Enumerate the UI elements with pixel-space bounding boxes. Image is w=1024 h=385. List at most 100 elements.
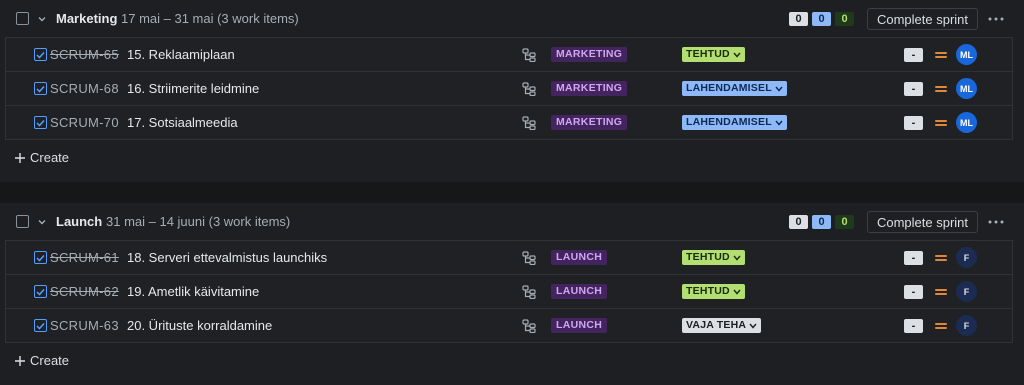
- avatar[interactable]: F: [956, 247, 977, 268]
- sprint-header: Marketing 17 mai – 31 mai (3 work items)…: [0, 0, 1024, 37]
- count-in-progress: 0: [812, 214, 831, 229]
- priority-medium-icon: [934, 252, 948, 264]
- estimate-badge[interactable]: -: [904, 319, 923, 333]
- status-dropdown[interactable]: TEHTUD: [682, 250, 745, 265]
- chevron-down-icon: [749, 323, 757, 329]
- work-item-key[interactable]: SCRUM-62: [50, 284, 119, 299]
- status-label: TEHTUD: [686, 251, 730, 263]
- label-badge[interactable]: MARKETING: [551, 115, 628, 130]
- more-horizontal-icon[interactable]: [985, 8, 1007, 30]
- work-item-summary[interactable]: 19. Ametlik käivitamine: [127, 284, 259, 299]
- child-items-icon[interactable]: [522, 82, 536, 97]
- status-dropdown[interactable]: VAJA TEHA: [682, 318, 762, 333]
- work-item-summary[interactable]: 15. Reklaamiplaan: [127, 47, 235, 62]
- label-badge[interactable]: MARKETING: [551, 81, 628, 96]
- create-work-item-button[interactable]: Create: [14, 150, 69, 165]
- chevron-down-icon: [733, 52, 741, 58]
- work-item-key[interactable]: SCRUM-65: [50, 47, 119, 62]
- status-label: VAJA TEHA: [686, 319, 747, 331]
- status-dropdown[interactable]: LAHENDAMISEL: [682, 81, 787, 96]
- count-done: 0: [835, 214, 854, 229]
- chevron-down-icon[interactable]: [37, 14, 47, 24]
- table-row[interactable]: SCRUM-61 18. Serveri ettevalmistus launc…: [6, 241, 1012, 275]
- avatar[interactable]: F: [956, 315, 977, 336]
- avatar[interactable]: F: [956, 281, 977, 302]
- priority-medium-icon: [934, 320, 948, 332]
- more-horizontal-icon[interactable]: [985, 211, 1007, 233]
- status-counts: 0 0 0: [789, 11, 854, 26]
- chevron-down-icon[interactable]: [37, 217, 47, 227]
- label-badge[interactable]: LAUNCH: [551, 250, 608, 265]
- checkbox-checked-icon[interactable]: [34, 48, 47, 61]
- table-row[interactable]: SCRUM-62 19. Ametlik käivitamine LAUNCH …: [6, 275, 1012, 309]
- estimate-badge[interactable]: -: [904, 48, 923, 62]
- work-item-key[interactable]: SCRUM-63: [50, 318, 119, 333]
- priority-medium-icon: [934, 286, 948, 298]
- estimate-badge[interactable]: -: [904, 251, 923, 265]
- table-row[interactable]: SCRUM-70 17. Sotsiaalmeedia MARKETING LA…: [6, 106, 1012, 139]
- child-items-icon[interactable]: [522, 319, 536, 334]
- label-badge[interactable]: LAUNCH: [551, 284, 608, 299]
- checkbox-checked-icon[interactable]: [34, 251, 47, 264]
- status-label: LAHENDAMISEL: [686, 82, 772, 94]
- complete-sprint-button[interactable]: Complete sprint: [867, 211, 978, 233]
- status-label: TEHTUD: [686, 48, 730, 60]
- work-item-key[interactable]: SCRUM-68: [50, 81, 119, 96]
- status-dropdown[interactable]: TEHTUD: [682, 47, 745, 62]
- status-dropdown[interactable]: TEHTUD: [682, 284, 745, 299]
- count-done: 0: [835, 11, 854, 26]
- chevron-down-icon: [775, 120, 783, 126]
- work-item-summary[interactable]: 16. Striimerite leidmine: [127, 81, 259, 96]
- estimate-badge[interactable]: -: [904, 285, 923, 299]
- complete-sprint-button[interactable]: Complete sprint: [867, 8, 978, 30]
- child-items-icon[interactable]: [522, 251, 536, 266]
- create-work-item-button[interactable]: Create: [14, 353, 69, 368]
- checkbox-checked-icon[interactable]: [34, 319, 47, 332]
- create-label: Create: [30, 353, 70, 368]
- sprint-select-checkbox[interactable]: [16, 12, 29, 25]
- count-todo: 0: [789, 214, 808, 229]
- table-row[interactable]: SCRUM-65 15. Reklaamiplaan MARKETING TEH…: [6, 38, 1012, 72]
- work-item-summary[interactable]: 20. Ürituste korraldamine: [127, 318, 272, 333]
- sprint-name: Launch: [56, 214, 103, 229]
- priority-medium-icon: [934, 83, 948, 95]
- avatar[interactable]: ML: [956, 112, 977, 133]
- status-dropdown[interactable]: LAHENDAMISEL: [682, 115, 787, 130]
- sprint-dates: 31 mai – 14 juuni (3 work items): [106, 214, 291, 229]
- sprint-dates: 17 mai – 31 mai (3 work items): [121, 11, 299, 26]
- chevron-down-icon: [733, 289, 741, 295]
- status-label: TEHTUD: [686, 285, 730, 297]
- sprint-name: Marketing: [56, 11, 118, 26]
- label-badge[interactable]: MARKETING: [551, 47, 628, 62]
- label-badge[interactable]: LAUNCH: [551, 318, 608, 333]
- work-item-list: SCRUM-65 15. Reklaamiplaan MARKETING TEH…: [5, 37, 1013, 140]
- child-items-icon[interactable]: [522, 48, 536, 63]
- avatar[interactable]: ML: [956, 78, 977, 99]
- chevron-down-icon: [733, 255, 741, 261]
- avatar[interactable]: ML: [956, 44, 977, 65]
- estimate-badge[interactable]: -: [904, 116, 923, 130]
- work-item-list: SCRUM-61 18. Serveri ettevalmistus launc…: [5, 240, 1013, 343]
- plus-icon: [15, 152, 25, 163]
- estimate-badge[interactable]: -: [904, 82, 923, 96]
- child-items-icon[interactable]: [522, 116, 536, 131]
- count-in-progress: 0: [812, 11, 831, 26]
- sprint-select-checkbox[interactable]: [16, 215, 29, 228]
- priority-medium-icon: [934, 117, 948, 129]
- count-todo: 0: [789, 11, 808, 26]
- sprint-header: Launch 31 mai – 14 juuni (3 work items) …: [0, 203, 1024, 240]
- table-row[interactable]: SCRUM-63 20. Ürituste korraldamine LAUNC…: [6, 309, 1012, 342]
- work-item-key[interactable]: SCRUM-61: [50, 250, 119, 265]
- table-row[interactable]: SCRUM-68 16. Striimerite leidmine MARKET…: [6, 72, 1012, 106]
- chevron-down-icon: [775, 86, 783, 92]
- checkbox-checked-icon[interactable]: [34, 82, 47, 95]
- sprint-launch: Launch 31 mai – 14 juuni (3 work items) …: [0, 203, 1024, 385]
- work-item-summary[interactable]: 18. Serveri ettevalmistus launchiks: [127, 250, 327, 265]
- checkbox-checked-icon[interactable]: [34, 285, 47, 298]
- child-items-icon[interactable]: [522, 285, 536, 300]
- create-label: Create: [30, 150, 70, 165]
- work-item-summary[interactable]: 17. Sotsiaalmeedia: [127, 115, 238, 130]
- sprint-marketing: Marketing 17 mai – 31 mai (3 work items)…: [0, 0, 1024, 182]
- work-item-key[interactable]: SCRUM-70: [50, 115, 119, 130]
- checkbox-checked-icon[interactable]: [34, 116, 47, 129]
